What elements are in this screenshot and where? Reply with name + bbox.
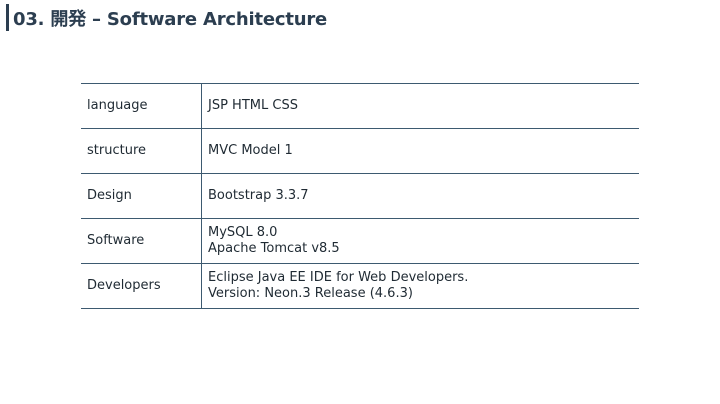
- table-row-software: Software MySQL 8.0 Apache Tomcat v8.5: [81, 218, 639, 264]
- row-key: Developers: [81, 263, 202, 309]
- table-row-design: Design Bootstrap 3.3.7: [81, 173, 639, 219]
- architecture-table: language JSP HTML CSS structure MVC Mode…: [81, 83, 639, 309]
- row-key: structure: [81, 128, 202, 174]
- row-value-line: Version: Neon.3 Release (4.6.3): [208, 286, 413, 301]
- row-key: language: [81, 83, 202, 129]
- row-value-line: MVC Model 1: [208, 143, 293, 158]
- row-key: Design: [81, 173, 202, 219]
- row-value-line: Apache Tomcat v8.5: [208, 241, 340, 256]
- slide: { "slide": { "title": "03. 開発 – Software…: [0, 0, 720, 404]
- row-value: MySQL 8.0 Apache Tomcat v8.5: [201, 218, 639, 264]
- row-value-line: MySQL 8.0: [208, 225, 278, 240]
- row-value: Bootstrap 3.3.7: [201, 173, 639, 219]
- row-value: JSP HTML CSS: [201, 83, 639, 129]
- row-value: Eclipse Java EE IDE for Web Developers. …: [201, 263, 639, 309]
- row-value: MVC Model 1: [201, 128, 639, 174]
- row-value-line: Bootstrap 3.3.7: [208, 188, 309, 203]
- page-title: 03. 開発 – Software Architecture: [13, 9, 328, 30]
- row-value-line: JSP HTML CSS: [208, 98, 298, 113]
- table-row-language: language JSP HTML CSS: [81, 83, 639, 129]
- row-value-line: Eclipse Java EE IDE for Web Developers.: [208, 270, 469, 285]
- table-row-structure: structure MVC Model 1: [81, 128, 639, 174]
- table-row-developers: Developers Eclipse Java EE IDE for Web D…: [81, 263, 639, 309]
- row-key: Software: [81, 218, 202, 264]
- title-accent-bar: [6, 4, 9, 31]
